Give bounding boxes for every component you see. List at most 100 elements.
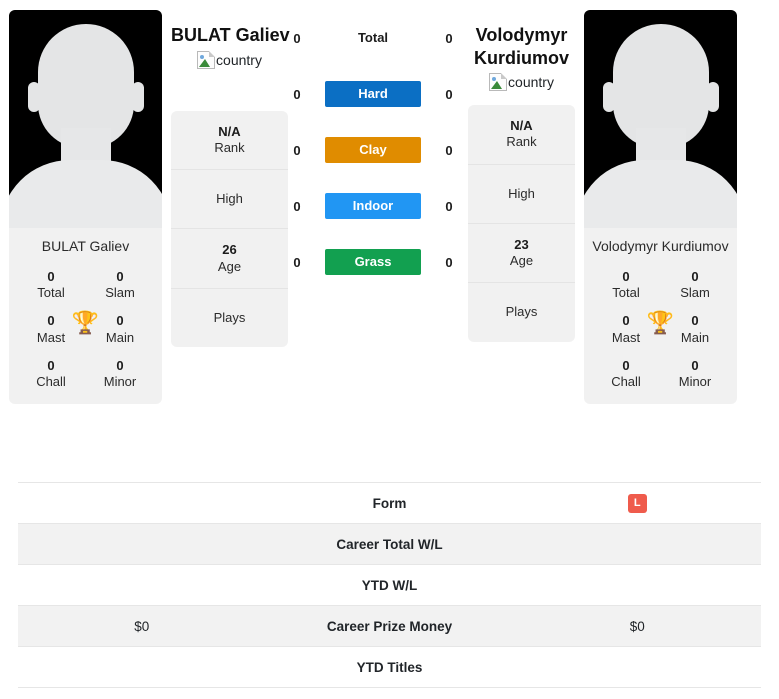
player-info-left: BULAT Galiev country N/A Rank High 26 Ag…	[171, 10, 290, 347]
title-stat-label: Total	[37, 285, 65, 301]
stat-value: 26	[222, 242, 237, 258]
surface-left-value: 0	[293, 30, 301, 46]
title-stat-label: Slam	[680, 285, 710, 301]
table-row: Form L	[18, 482, 761, 524]
player-name-right: Volodymyr Kurdiumov	[473, 25, 569, 68]
player-photo-caption-right: Volodymyr Kurdiumov	[592, 238, 729, 254]
surface-row-hard: 0 Hard 0	[288, 80, 458, 108]
stat-plays-right: Plays	[468, 283, 575, 341]
titles-row: 0 Chall 0 Minor	[9, 358, 162, 391]
surface-row-grass: 0 Grass 0	[288, 248, 458, 276]
row-left-value	[18, 482, 266, 524]
player-photo-right	[584, 10, 737, 228]
titles-row: 0 Total 0 Slam	[9, 269, 162, 302]
title-stat-label: Main	[680, 329, 710, 345]
trophy-icon: 🏆	[71, 309, 100, 335]
stat-plays-left: Plays	[171, 289, 288, 347]
stat-high-left: High	[171, 170, 288, 230]
stat-value: N/A	[510, 118, 533, 133]
surface-badge-hard[interactable]: Hard	[325, 81, 421, 107]
title-stat-slam: 0 Slam	[667, 269, 723, 302]
title-stat-chall: 0 Chall	[23, 358, 79, 391]
row-right-value: $0	[513, 605, 761, 647]
title-stat-label: Main	[105, 329, 135, 345]
title-stat-value: 0	[622, 268, 630, 284]
surface-right-value: 0	[445, 86, 453, 102]
form-badge-loss: L	[627, 493, 647, 513]
surface-badge-total: Total	[357, 30, 389, 45]
avatar-ear-right-shape	[706, 82, 719, 112]
title-stat-chall: 0 Chall	[598, 358, 654, 391]
avatar-ear-right-shape	[131, 82, 144, 112]
title-stat-value: 0	[47, 313, 55, 329]
surface-right-value: 0	[445, 142, 453, 158]
title-stat-main: 0 Main	[667, 313, 723, 346]
player-name-left: BULAT Galiev	[171, 25, 290, 45]
title-stat-slam: 0 Slam	[92, 269, 148, 302]
surface-row-clay: 0 Clay 0	[288, 136, 458, 164]
title-stat-value: 0	[691, 357, 699, 373]
table-row: $0 Career Prize Money $0	[18, 605, 761, 647]
title-stat-mast: 0 Mast	[23, 313, 79, 346]
surface-right-value: 0	[445, 254, 453, 270]
title-stat-label: Minor	[103, 374, 137, 390]
title-stat-label: Mast	[36, 329, 66, 345]
row-label: Career Prize Money	[265, 605, 514, 647]
stat-label: Rank	[214, 139, 245, 155]
player-stats-box-left: N/A Rank High 26 Age Plays	[171, 110, 288, 347]
title-stat-value: 0	[116, 268, 124, 284]
avatar-body-shape	[584, 160, 737, 228]
avatar-ear-left-shape	[602, 82, 615, 112]
player-card-right[interactable]: Volodymyr Kurdiumov 🏆 0 Total 0 Slam 0 M…	[584, 10, 737, 405]
title-stat-label: Total	[612, 285, 640, 301]
row-right-value: L	[513, 482, 761, 524]
title-stat-mast: 0 Mast	[598, 313, 654, 346]
stat-label: High	[216, 191, 243, 206]
title-stat-label: Minor	[678, 374, 712, 390]
broken-image-icon	[489, 73, 508, 91]
row-left-value	[18, 523, 266, 565]
stat-value: 23	[514, 236, 529, 252]
row-label: Career Total W/L	[265, 523, 514, 565]
surface-left-value: 0	[293, 254, 301, 270]
surface-row-indoor: 0 Indoor 0	[288, 192, 458, 220]
title-stat-value: 0	[47, 268, 55, 284]
stat-age-left: 26 Age	[171, 229, 288, 289]
title-stat-value: 0	[116, 313, 124, 329]
stat-age-right: 23 Age	[468, 224, 575, 284]
row-right-value	[513, 646, 761, 688]
country-alt-text: country	[508, 74, 554, 90]
title-stat-label: Chall	[36, 374, 66, 390]
comparison-table: Form L Career Total W/L YTD W/L $0 Caree…	[18, 482, 761, 688]
stat-label: High	[508, 185, 535, 201]
row-left-value: $0	[18, 605, 266, 647]
surface-badge-indoor[interactable]: Indoor	[325, 193, 421, 219]
player-card-left[interactable]: BULAT Galiev 🏆 0 Total 0 Slam 0 Mast 0 M…	[9, 10, 162, 405]
titles-row: 0 Total 0 Slam	[584, 269, 737, 302]
stat-rank-right: N/A Rank	[468, 105, 575, 165]
title-stat-label: Slam	[105, 285, 135, 301]
surface-left-value: 0	[293, 142, 301, 158]
title-stat-minor: 0 Minor	[92, 358, 148, 391]
comparison-table-wrapper: Form L Career Total W/L YTD W/L $0 Caree…	[18, 482, 761, 688]
player-info-right: Volodymyr Kurdiumov country N/A Rank Hig…	[458, 10, 575, 342]
country-flag-right: country	[468, 73, 575, 91]
avatar-ear-left-shape	[27, 82, 40, 112]
row-right-value	[513, 523, 761, 565]
stat-high-right: High	[468, 165, 575, 224]
titles-row: 0 Chall 0 Minor	[584, 358, 737, 391]
player-photo-left	[9, 10, 162, 228]
table-row: Career Total W/L	[18, 523, 761, 565]
row-label: YTD Titles	[265, 646, 514, 688]
title-stat-total: 0 Total	[23, 269, 79, 302]
stat-label: Rank	[506, 134, 537, 150]
row-left-value	[18, 646, 266, 688]
surface-badge-grass[interactable]: Grass	[325, 249, 421, 275]
title-stat-value: 0	[116, 357, 124, 373]
surface-badge-clay[interactable]: Clay	[325, 137, 421, 163]
surface-left-value: 0	[293, 198, 301, 214]
surface-right-value: 0	[445, 198, 453, 214]
trophy-icon: 🏆	[646, 309, 675, 335]
stat-value: N/A	[218, 123, 241, 139]
stat-label: Plays	[505, 304, 538, 320]
